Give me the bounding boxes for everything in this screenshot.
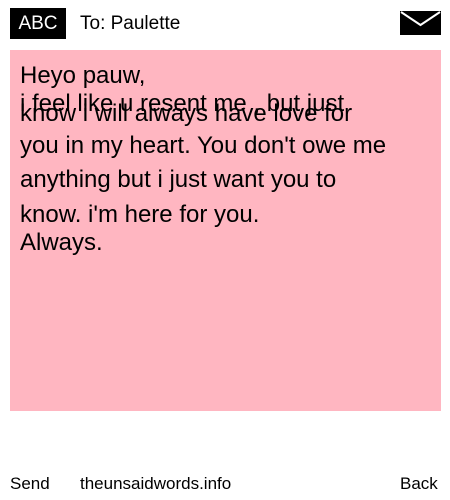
message-body[interactable]: Heyo pauw, i feel like u resent me , but…: [10, 50, 441, 411]
recipient-line: To: Paulette: [80, 13, 181, 34]
abc-input-mode-badge[interactable]: ABC: [10, 8, 66, 39]
site-link[interactable]: theunsaidwords.info: [80, 471, 231, 497]
message-line: you in my heart. You don't owe me: [20, 132, 387, 159]
message-line: anything but i just want you to: [20, 166, 337, 193]
message-line: know i will always have love for: [20, 100, 353, 127]
envelope-icon: [400, 11, 441, 35]
message-screen: ABC To: Paulette Heyo pauw, i feel like …: [0, 0, 450, 500]
send-button[interactable]: Send: [10, 471, 50, 497]
message-line: Always.: [20, 229, 103, 256]
back-button[interactable]: Back: [400, 471, 438, 497]
